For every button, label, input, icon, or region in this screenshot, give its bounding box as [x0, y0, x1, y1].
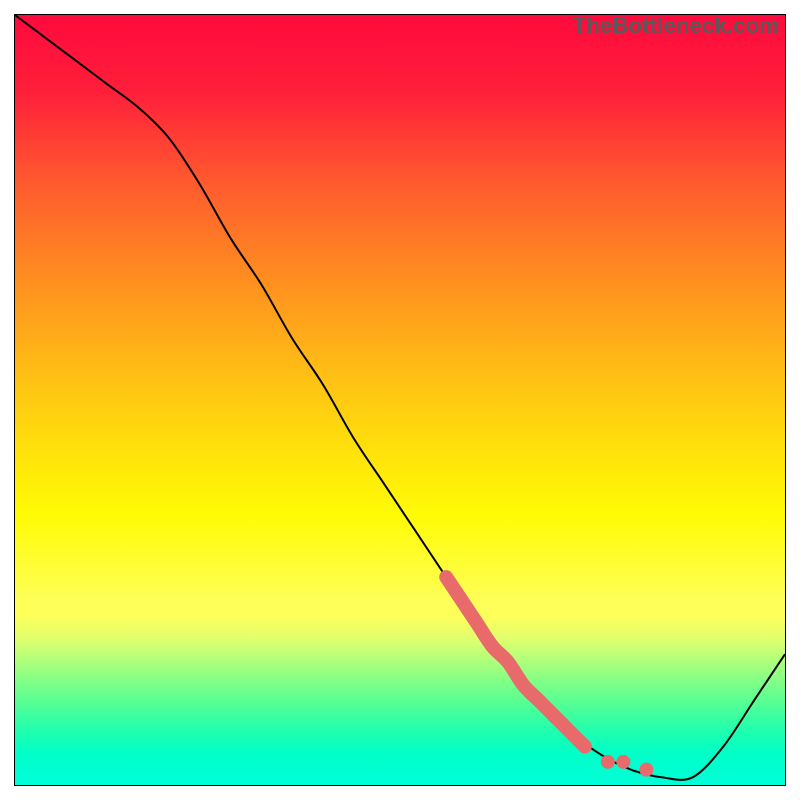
chart-container: TheBottleneck.com [0, 0, 800, 800]
highlight-points [578, 740, 654, 777]
bottleneck-curve [15, 15, 785, 780]
chart-svg [15, 15, 785, 785]
plot-area: TheBottleneck.com [14, 14, 786, 786]
highlight-band [446, 577, 585, 746]
